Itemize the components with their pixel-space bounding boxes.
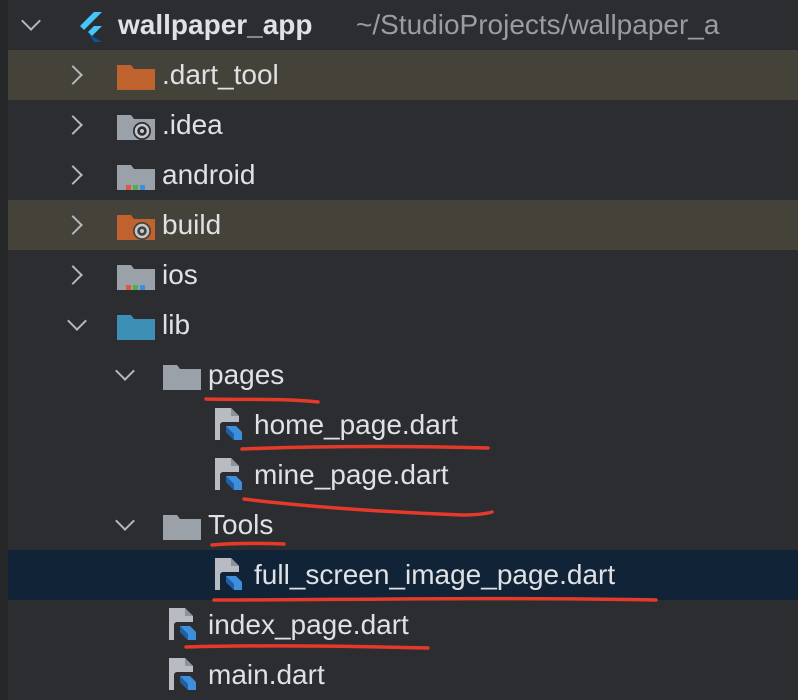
source-folder-icon (117, 315, 155, 340)
excluded-folder-icon (117, 215, 155, 240)
tree-item-android[interactable]: android (8, 150, 798, 200)
excluded-folder-icon (117, 65, 155, 90)
chevron-down-icon[interactable] (115, 361, 135, 381)
tool-window-gutter (0, 0, 8, 700)
chevron-right-icon[interactable] (63, 115, 83, 135)
tree-item-label: lib (162, 309, 191, 340)
tree-item-mine-page-dart[interactable]: mine_page.dart (8, 450, 798, 500)
flutter-icon (80, 12, 102, 42)
chevron-right-icon[interactable] (63, 65, 83, 85)
tree-item-label: full_screen_image_page.dart (254, 559, 616, 590)
chevron-down-icon[interactable] (21, 11, 41, 31)
folder-icon (163, 515, 201, 540)
tree-item-label: .idea (162, 109, 223, 140)
tree-item-label: main.dart (208, 659, 325, 690)
tree-item-label: index_page.dart (208, 609, 409, 640)
tree-item-label: Tools (208, 509, 274, 540)
tree-item-tools[interactable]: Tools (8, 500, 798, 550)
folder-icon (163, 365, 201, 390)
tree-item-build[interactable]: build (8, 200, 798, 250)
tree-item-index-page-dart[interactable]: index_page.dart (8, 600, 798, 650)
dart-file-icon (169, 608, 196, 644)
module-folder-icon (117, 265, 155, 290)
tree-item-label: pages (208, 359, 285, 390)
dart-file-icon (215, 408, 242, 444)
tree-item-label: android (162, 159, 256, 190)
chevron-right-icon[interactable] (63, 215, 83, 235)
dart-file-icon (215, 458, 242, 494)
tree-item-dart-tool[interactable]: .dart_tool (8, 50, 798, 100)
module-folder-icon (117, 165, 155, 190)
chevron-right-icon[interactable] (63, 265, 83, 285)
project-tool-window: wallpaper_app ~/StudioProjects/wallpaper… (0, 0, 798, 700)
dart-file-icon (169, 658, 196, 694)
tree-item-label: mine_page.dart (254, 459, 449, 490)
idea-folder-icon (117, 115, 155, 140)
tree-item-pages[interactable]: pages (8, 350, 798, 400)
tree-item-label: ios (162, 259, 198, 290)
tree-item-idea[interactable]: .idea (8, 100, 798, 150)
tree-item-full-screen-image-page-dart[interactable]: full_screen_image_page.dart (8, 550, 798, 600)
tree-item-lib[interactable]: lib (8, 300, 798, 350)
project-name: wallpaper_app (118, 9, 313, 40)
tree-item-label: home_page.dart (254, 409, 458, 440)
tree-item-label: build (162, 209, 222, 240)
dart-file-icon (215, 558, 242, 594)
chevron-down-icon[interactable] (67, 311, 87, 331)
tree-item-ios[interactable]: ios (8, 250, 798, 300)
tree-item-label: .dart_tool (162, 59, 279, 90)
chevron-down-icon[interactable] (115, 511, 135, 531)
chevron-right-icon[interactable] (63, 165, 83, 185)
project-path: ~/StudioProjects/wallpaper_a (356, 9, 720, 40)
tree-item-home-page-dart[interactable]: home_page.dart (8, 400, 798, 450)
tree-item-main-dart[interactable]: main.dart (8, 650, 798, 700)
tree-root-project[interactable]: wallpaper_app ~/StudioProjects/wallpaper… (8, 0, 798, 50)
